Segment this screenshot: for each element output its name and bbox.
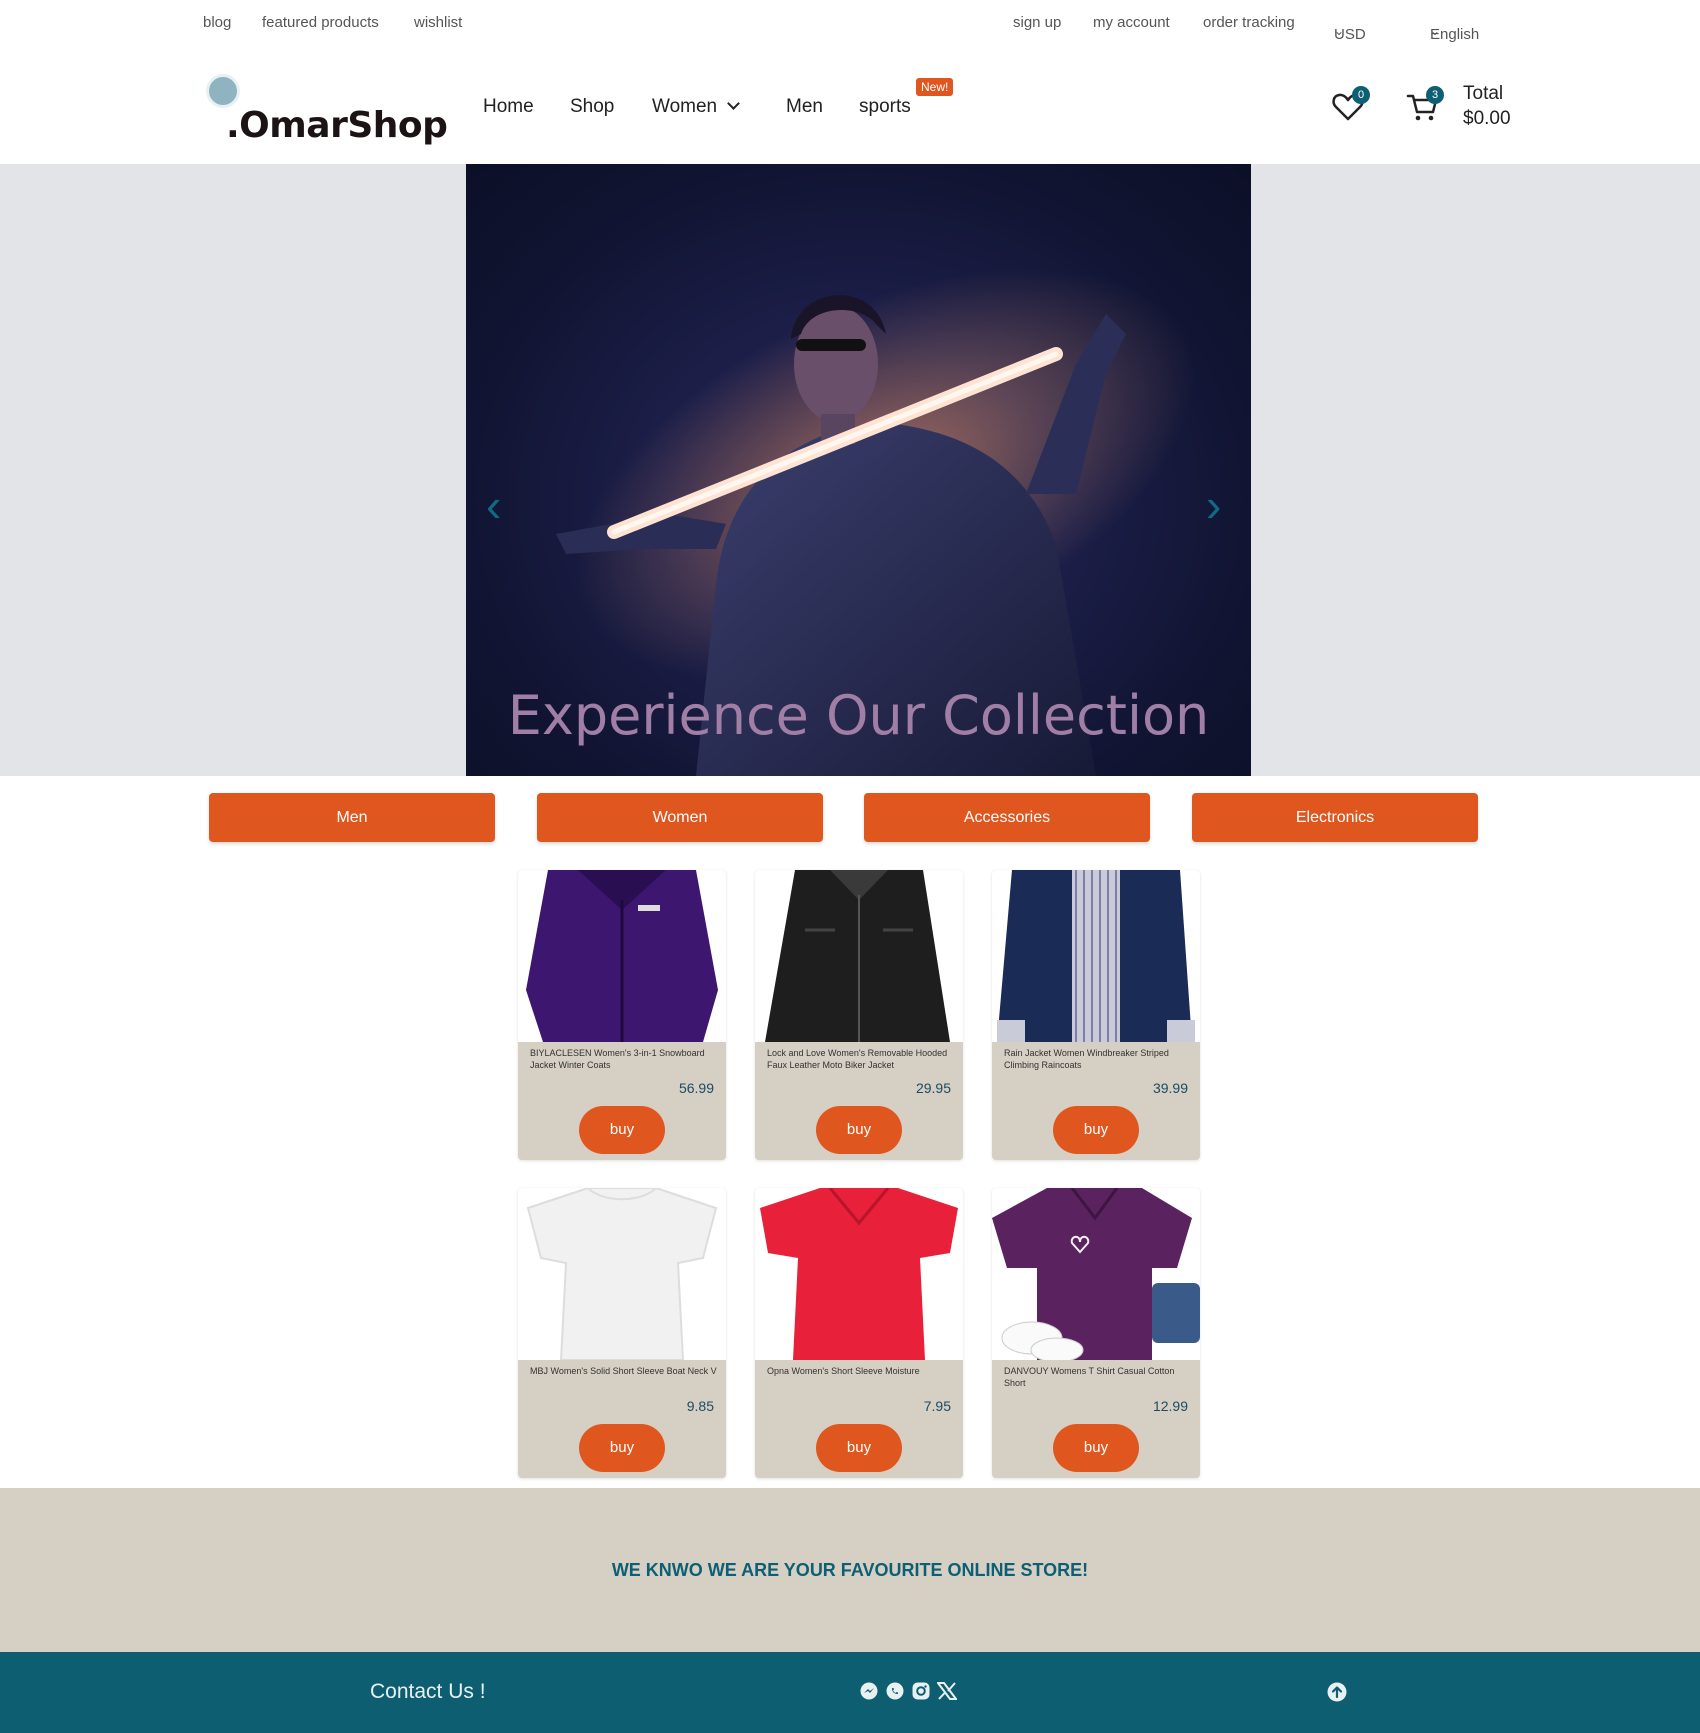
product-price: 29.95 bbox=[915, 1080, 951, 1096]
product-image[interactable] bbox=[755, 1188, 963, 1360]
product-title: Rain Jacket Women Windbreaker Striped Cl… bbox=[1004, 1048, 1169, 1070]
new-badge: New! bbox=[916, 78, 954, 96]
hero-slide: ‹ › Experience Our Collection bbox=[466, 164, 1251, 776]
buy-button[interactable]: buy bbox=[579, 1106, 665, 1154]
logo-mark bbox=[206, 74, 240, 108]
cart-button[interactable]: 3 bbox=[1406, 86, 1444, 129]
buy-button[interactable]: buy bbox=[579, 1424, 665, 1472]
featured-products-link[interactable]: featured products bbox=[262, 14, 379, 31]
category-button-accessories[interactable]: Accessories bbox=[864, 793, 1150, 842]
product-card: MBJ Women's Solid Short Sleeve Boat Neck… bbox=[518, 1188, 726, 1478]
product-title: Opna Women's Short Sleeve Moisture bbox=[767, 1366, 920, 1376]
product-image[interactable] bbox=[992, 1188, 1200, 1360]
purple-jacket-image bbox=[526, 870, 718, 1042]
buy-button[interactable]: buy bbox=[1053, 1424, 1139, 1472]
product-image[interactable] bbox=[992, 870, 1200, 1042]
product-title: BIYLACLESEN Women's 3-in-1 Snowboard Jac… bbox=[530, 1048, 705, 1070]
product-title: MBJ Women's Solid Short Sleeve Boat Neck… bbox=[530, 1366, 717, 1376]
sign-up-link[interactable]: sign up bbox=[1013, 14, 1061, 31]
navy-rain-jacket-image bbox=[997, 870, 1195, 1042]
x-icon[interactable] bbox=[937, 1682, 957, 1700]
category-button-men[interactable]: Men bbox=[209, 793, 495, 842]
product-card: Rain Jacket Women Windbreaker Striped Cl… bbox=[992, 870, 1200, 1160]
cart-total-value: $0.00 bbox=[1463, 108, 1511, 129]
product-price: 7.95 bbox=[923, 1398, 951, 1414]
currency-value: USD bbox=[1334, 26, 1366, 43]
wishlist-button[interactable]: 0 bbox=[1332, 86, 1370, 127]
nav-women[interactable]: Women bbox=[652, 96, 740, 118]
wishlist-link[interactable]: wishlist bbox=[414, 14, 462, 31]
order-tracking-link[interactable]: order tracking bbox=[1203, 14, 1295, 31]
slider-prev-arrow[interactable]: ‹ bbox=[486, 482, 501, 528]
category-button-women[interactable]: Women bbox=[537, 793, 823, 842]
top-utility-bar: blog featured products wishlist sign up … bbox=[0, 0, 1700, 48]
product-price: 56.99 bbox=[678, 1080, 714, 1096]
brand-logo[interactable]: .OmarShop bbox=[204, 70, 448, 144]
product-card: Opna Women's Short Sleeve Moisture 7.95 … bbox=[755, 1188, 963, 1478]
language-value: English bbox=[1430, 26, 1480, 43]
my-account-link[interactable]: my account bbox=[1093, 14, 1170, 31]
product-image[interactable] bbox=[518, 1188, 726, 1360]
nav-women-label: Women bbox=[652, 96, 718, 117]
product-image[interactable] bbox=[518, 870, 726, 1042]
product-card: BIYLACLESEN Women's 3-in-1 Snowboard Jac… bbox=[518, 870, 726, 1160]
product-image[interactable] bbox=[755, 870, 963, 1042]
footer: Contact Us ! bbox=[0, 1652, 1700, 1733]
cart-total-label: Total bbox=[1463, 83, 1504, 104]
product-price: 39.99 bbox=[1152, 1080, 1188, 1096]
instagram-icon[interactable] bbox=[912, 1682, 930, 1700]
category-button-electronics[interactable]: Electronics bbox=[1192, 793, 1478, 842]
product-price: 12.99 bbox=[1152, 1398, 1188, 1414]
purple-be-kind-tshirt-image bbox=[992, 1188, 1200, 1360]
hero-caption: Experience Our Collection bbox=[507, 684, 1210, 747]
whatsapp-icon[interactable] bbox=[886, 1682, 904, 1700]
nav-sports[interactable]: sports bbox=[859, 96, 911, 118]
contact-us-link[interactable]: Contact Us ! bbox=[370, 1680, 486, 1704]
main-header: .OmarShop Home Shop Women Men sports New… bbox=[0, 48, 1700, 164]
blog-link[interactable]: blog bbox=[203, 14, 231, 31]
product-title: Lock and Love Women's Removable Hooded F… bbox=[767, 1048, 948, 1070]
product-card: DANVOUY Womens T Shirt Casual Cotton Sho… bbox=[992, 1188, 1200, 1478]
store-slogan: WE KNWO WE ARE YOUR FAVOURITE ONLINE STO… bbox=[611, 1560, 1089, 1580]
black-leather-jacket-image bbox=[765, 870, 950, 1042]
messenger-icon[interactable] bbox=[860, 1682, 878, 1700]
slider-next-arrow[interactable]: › bbox=[1206, 482, 1221, 528]
buy-button[interactable]: buy bbox=[1053, 1106, 1139, 1154]
product-price: 9.85 bbox=[686, 1398, 714, 1414]
buy-button[interactable]: buy bbox=[816, 1106, 902, 1154]
nav-shop[interactable]: Shop bbox=[570, 96, 614, 118]
white-tshirt-image bbox=[526, 1188, 718, 1360]
promo-banner: WE KNWO WE ARE YOUR FAVOURITE ONLINE STO… bbox=[0, 1488, 1700, 1652]
nav-home[interactable]: Home bbox=[483, 96, 534, 118]
chevron-down-icon bbox=[727, 97, 740, 110]
red-tshirt-image bbox=[760, 1188, 958, 1360]
product-card: Lock and Love Women's Removable Hooded F… bbox=[755, 870, 963, 1160]
wishlist-count: 0 bbox=[1352, 86, 1370, 104]
nav-men[interactable]: Men bbox=[786, 96, 823, 118]
buy-button[interactable]: buy bbox=[816, 1424, 902, 1472]
arrow-up-icon[interactable] bbox=[1327, 1682, 1347, 1702]
cart-count: 3 bbox=[1426, 86, 1444, 104]
brand-name: .OmarShop bbox=[226, 105, 448, 146]
hero-slider: ‹ › Experience Our Collection bbox=[0, 164, 1700, 776]
product-title: DANVOUY Womens T Shirt Casual Cotton Sho… bbox=[1004, 1366, 1175, 1388]
